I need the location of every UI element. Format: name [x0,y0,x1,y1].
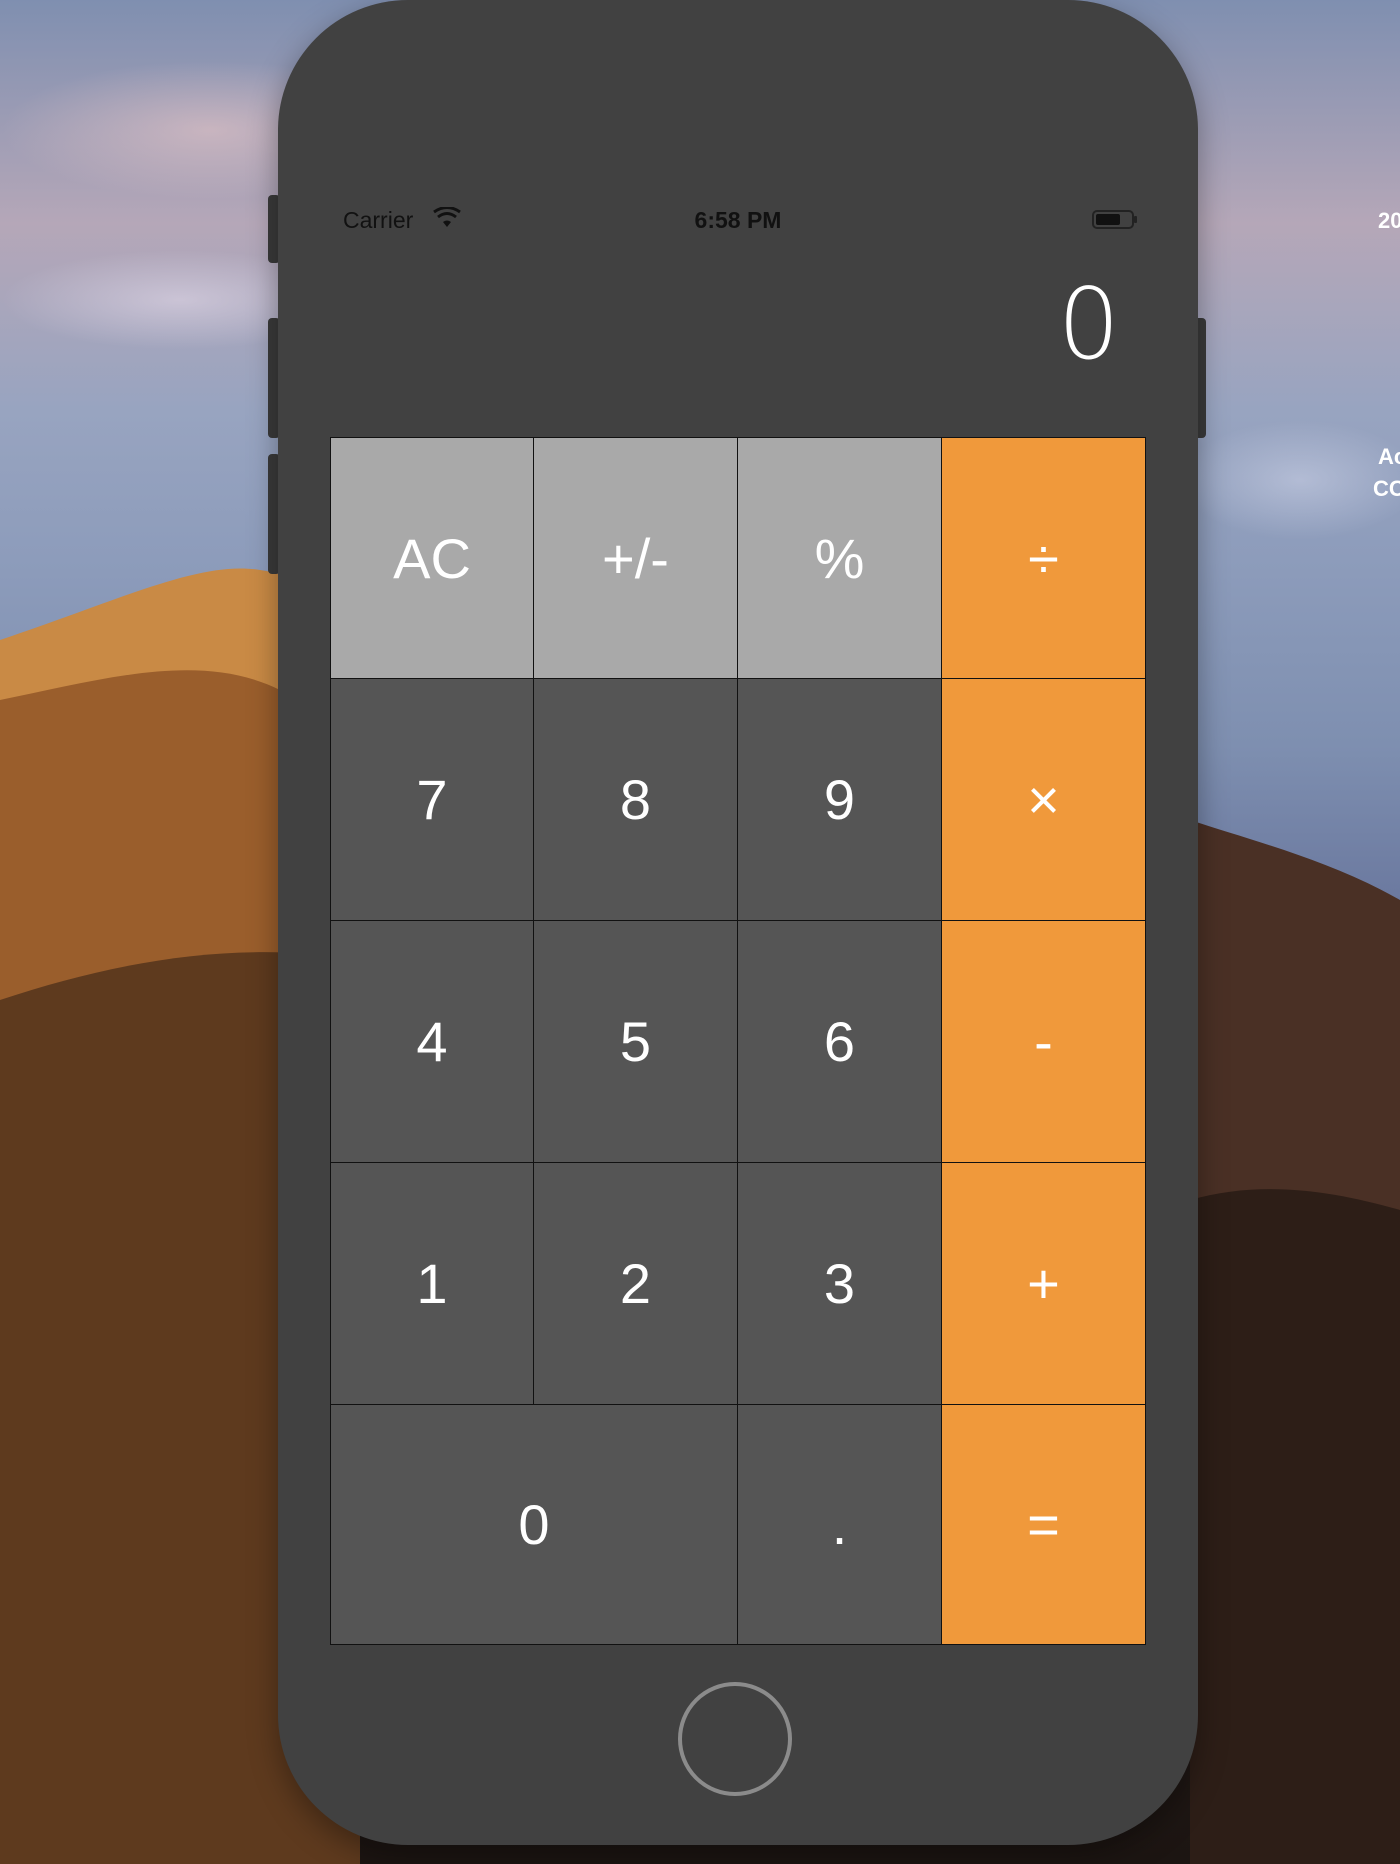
decimal-button[interactable]: . [737,1404,942,1645]
desktop-icon-label: CC [1373,476,1400,501]
calculator-screen: Carrier 6:58 PM 0 AC +/- % ÷ 7 8 9 × 4 5… [330,195,1146,1645]
digit-0-button[interactable]: 0 [330,1404,738,1645]
digit-2-button[interactable]: 2 [533,1162,738,1405]
digit-6-button[interactable]: 6 [737,920,942,1163]
add-button[interactable]: + [941,1162,1146,1405]
battery-icon [1092,209,1137,229]
digit-1-button[interactable]: 1 [330,1162,534,1405]
digit-3-button[interactable]: 3 [737,1162,942,1405]
digit-5-button[interactable]: 5 [533,920,738,1163]
divide-button[interactable]: ÷ [941,437,1146,679]
digit-4-button[interactable]: 4 [330,920,534,1163]
subtract-button[interactable]: - [941,920,1146,1163]
digit-7-button[interactable]: 7 [330,678,534,921]
digit-8-button[interactable]: 8 [533,678,738,921]
digit-9-button[interactable]: 9 [737,678,942,921]
status-bar: Carrier 6:58 PM [330,195,1146,239]
desktop-icon-label: Ac [1378,444,1400,469]
percent-button[interactable]: % [737,437,942,679]
home-button[interactable] [678,1682,792,1796]
negate-button[interactable]: +/- [533,437,738,679]
status-time: 6:58 PM [694,207,782,233]
keypad: AC +/- % ÷ 7 8 9 × 4 5 6 - 1 2 3 + 0 . = [330,437,1146,1645]
calculator-display: 0 [1057,268,1120,382]
desktop-icon-label: 20 [1378,208,1400,233]
equals-button[interactable]: = [941,1404,1146,1645]
multiply-button[interactable]: × [941,678,1146,921]
clear-button[interactable]: AC [330,437,534,679]
